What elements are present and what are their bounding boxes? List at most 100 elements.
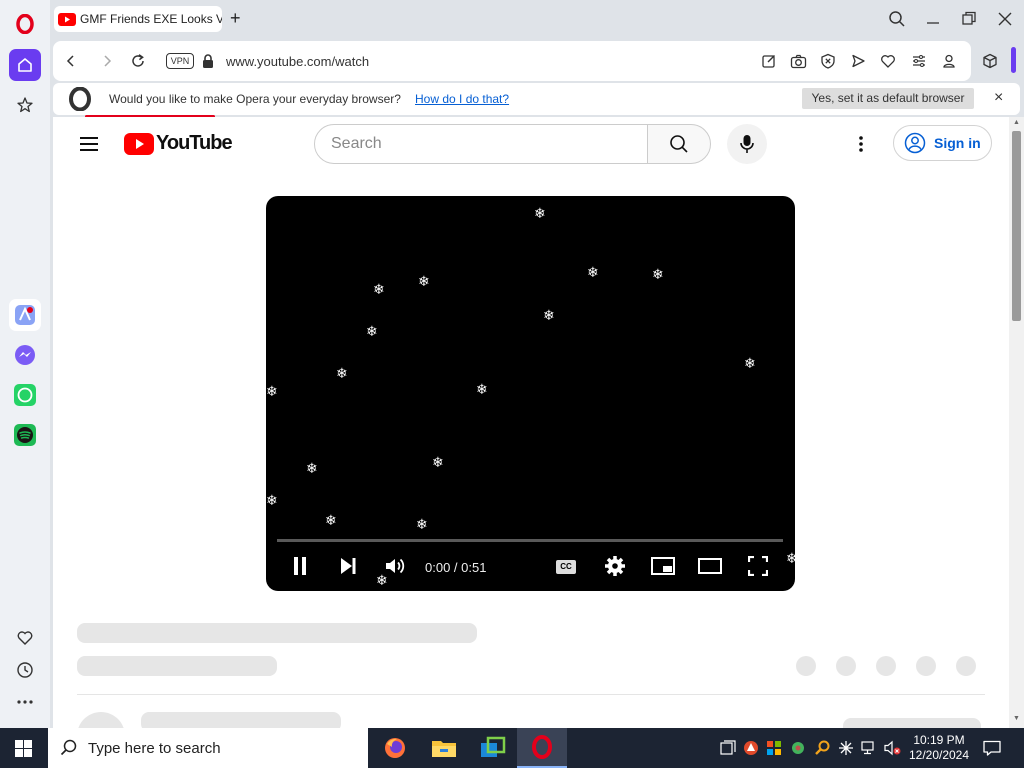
windows-start-icon[interactable] <box>15 740 32 762</box>
adblock-shield-icon[interactable] <box>820 53 836 74</box>
opera-sidebar <box>0 0 50 728</box>
taskbar-search-icon <box>60 739 77 756</box>
youtube-logo[interactable]: YouTube <box>124 132 233 155</box>
more-dots-icon[interactable] <box>9 686 41 718</box>
snowflake-icon: ❄ <box>416 516 428 532</box>
progress-track[interactable] <box>277 539 783 542</box>
youtube-search-input[interactable]: Search <box>314 124 648 164</box>
spotify-icon[interactable] <box>9 419 41 451</box>
close-window-icon[interactable] <box>997 11 1013 32</box>
url-field[interactable]: www.youtube.com/watch <box>226 54 369 69</box>
camera-icon[interactable] <box>790 53 807 74</box>
theater-mode-icon[interactable] <box>697 554 723 578</box>
opera-logo-icon <box>68 86 92 114</box>
history-clock-icon[interactable] <box>9 654 41 686</box>
vpn-badge[interactable]: VPN <box>166 53 194 69</box>
heart-icon[interactable] <box>9 622 41 654</box>
tray-settings-icon[interactable] <box>789 738 807 758</box>
send-arrow-icon[interactable] <box>850 53 866 74</box>
new-tab-button[interactable]: + <box>230 8 241 29</box>
snowflake-icon: ❄ <box>325 512 337 528</box>
tab-youtube[interactable]: GMF Friends EXE Looks Vi <box>54 6 222 32</box>
tab-search-icon[interactable] <box>888 10 906 33</box>
microphone-icon <box>740 135 754 153</box>
favorite-heart-icon[interactable] <box>880 53 896 74</box>
snowflake-icon: ❄ <box>336 365 348 381</box>
guide-menu-icon[interactable] <box>79 136 99 157</box>
extensions-cube-icon[interactable] <box>982 53 998 74</box>
page-scrollbar[interactable]: ▲ ▼ <box>1009 117 1024 728</box>
remote-desktop-icon[interactable] <box>480 736 506 765</box>
aria-ai-icon[interactable] <box>9 299 41 331</box>
snowflake-icon: ❄ <box>366 323 378 339</box>
next-video-icon[interactable] <box>336 554 360 578</box>
address-bar: VPN www.youtube.com/watch <box>53 41 971 81</box>
whatsapp-icon[interactable] <box>9 379 41 411</box>
reload-icon[interactable] <box>130 53 146 74</box>
snowflake-icon: ❄ <box>786 550 795 566</box>
snowflake-icon: ❄ <box>432 454 444 470</box>
notifications-icon[interactable] <box>982 738 1002 758</box>
opera-taskbar-icon <box>532 735 552 759</box>
tray-app-icon[interactable] <box>742 738 760 758</box>
snowflake-icon: ❄ <box>534 205 546 221</box>
action-skeleton <box>876 656 896 676</box>
tray-search-tool-icon[interactable] <box>813 738 831 758</box>
voice-search-button[interactable] <box>727 124 767 164</box>
tray-snowflake-icon[interactable] <box>837 738 855 758</box>
snowflake-icon: ❄ <box>418 273 430 289</box>
home-icon[interactable] <box>9 49 41 81</box>
easy-setup-icon[interactable] <box>911 53 927 74</box>
avatar-skeleton <box>77 712 125 728</box>
opera-taskbar-button[interactable] <box>517 728 567 768</box>
set-default-button[interactable]: Yes, set it as default browser <box>802 88 974 109</box>
restore-icon[interactable] <box>961 11 977 32</box>
forward-icon[interactable] <box>99 53 115 74</box>
lock-icon[interactable] <box>201 53 215 74</box>
snowflake-icon: ❄ <box>476 381 488 397</box>
divider <box>77 694 985 695</box>
title-skeleton <box>77 623 477 643</box>
search-placeholder: Search <box>331 135 382 152</box>
youtube-logo-text: YouTube <box>156 132 233 154</box>
volume-muted-icon[interactable] <box>884 738 902 758</box>
settings-kebab-icon[interactable] <box>858 135 864 158</box>
taskbar-search-box[interactable]: Type here to search <box>48 728 368 768</box>
network-icon[interactable] <box>860 738 878 758</box>
profile-icon[interactable] <box>941 53 957 74</box>
action-skeleton <box>916 656 936 676</box>
youtube-search-button[interactable] <box>647 124 711 164</box>
volume-icon[interactable] <box>382 554 408 578</box>
messenger-icon[interactable] <box>9 339 41 371</box>
video-player[interactable]: ❄ ❄ ❄ ❄ ❄ ❄ ❄ ❄ ❄ ❄ ❄ ❄ ❄ ❄ ❄ ❄ ❄ ❄ 0:00 / 0:51 CC <box>266 196 795 591</box>
firefox-icon[interactable] <box>383 736 407 765</box>
snapshot-edit-icon[interactable] <box>761 53 777 74</box>
settings-gear-icon[interactable] <box>603 554 627 578</box>
tray-store-icon[interactable] <box>765 738 783 758</box>
clock-time: 10:19 PM <box>913 733 965 747</box>
sign-in-button[interactable]: Sign in <box>893 125 992 161</box>
tab-bar: GMF Friends EXE Looks Vi + <box>50 0 1024 40</box>
opera-menu-icon[interactable] <box>9 8 41 40</box>
sign-in-label: Sign in <box>934 135 981 151</box>
snowflake-icon: ❄ <box>587 264 599 280</box>
scroll-down-icon[interactable]: ▼ <box>1013 715 1020 722</box>
notice-help-link[interactable]: How do I do that? <box>415 92 509 106</box>
miniplayer-icon[interactable] <box>650 554 676 578</box>
fullscreen-icon[interactable] <box>746 554 770 578</box>
sort-skeleton <box>843 718 981 728</box>
back-icon[interactable] <box>63 53 79 74</box>
snowflake-icon: ❄ <box>543 307 555 323</box>
taskbar-clock[interactable]: 10:19 PM 12/20/2024 <box>905 733 973 763</box>
file-explorer-icon[interactable] <box>431 737 457 764</box>
bookmarks-star-icon[interactable] <box>9 89 41 121</box>
task-view-icon[interactable] <box>719 738 737 758</box>
scroll-up-icon[interactable]: ▲ <box>1013 119 1020 126</box>
minimize-icon[interactable] <box>926 10 940 33</box>
pause-icon[interactable] <box>288 554 312 578</box>
youtube-favicon-icon <box>58 12 76 26</box>
notice-close-icon[interactable]: × <box>994 89 1003 107</box>
scrollbar-thumb[interactable] <box>1012 131 1021 321</box>
windows-taskbar: Type here to search 10:19 PM 12/20/2024 <box>0 728 1024 768</box>
subtitles-button[interactable]: CC <box>556 560 576 574</box>
